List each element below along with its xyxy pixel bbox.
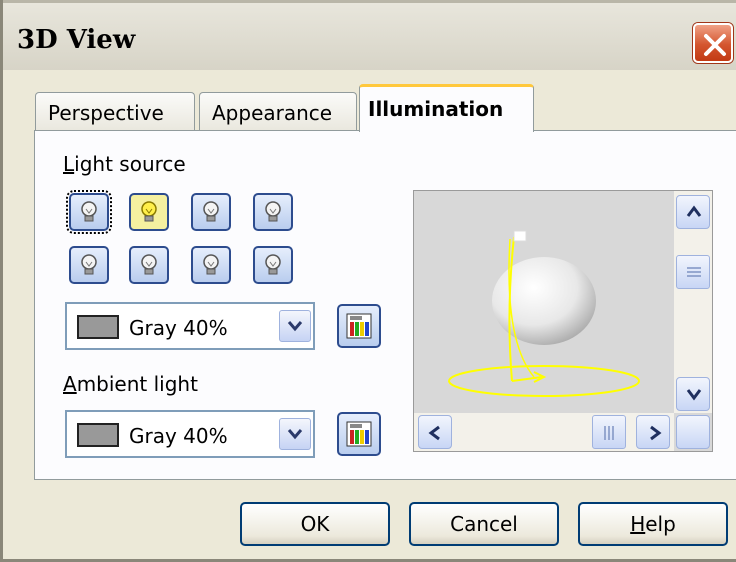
scroll-corner-button[interactable] — [676, 415, 710, 449]
tab-appearance[interactable]: Appearance — [199, 92, 357, 132]
chevron-down-icon — [686, 389, 702, 401]
dropdown-button[interactable] — [279, 310, 311, 342]
chevron-up-icon — [686, 205, 702, 217]
light-bulb-icon — [141, 254, 157, 275]
tab-label: Illumination — [368, 97, 504, 121]
tab-perspective[interactable]: Perspective — [35, 92, 195, 132]
light-source-button-1[interactable] — [66, 190, 112, 234]
tab-label: Perspective — [48, 101, 164, 125]
color-swatch — [77, 315, 119, 339]
light-bulb-icon — [81, 254, 97, 275]
dialog-window: 3D View Perspective Appearance Illuminat… — [0, 0, 736, 562]
light-source-button-2[interactable] — [129, 193, 169, 231]
scroll-up-button[interactable] — [676, 195, 710, 229]
light-bulb-icon — [203, 201, 219, 222]
title-bar[interactable]: 3D View — [3, 0, 736, 70]
horizontal-scroll-thumb[interactable] — [592, 415, 626, 449]
light-color-select[interactable]: Gray 40% — [65, 302, 315, 350]
ok-button-label: OK — [300, 512, 330, 536]
close-button[interactable] — [693, 23, 733, 63]
grip-icon — [604, 426, 614, 440]
tab-illumination[interactable]: Illumination — [359, 84, 534, 132]
help-button[interactable]: Help — [578, 502, 728, 546]
ambient-light-label: Ambient light — [63, 372, 198, 396]
chevron-down-icon — [287, 321, 303, 332]
light-source-label: Light source — [63, 152, 186, 176]
color-palette-icon — [346, 313, 372, 339]
light-bulb-icon — [265, 254, 281, 275]
chevron-left-icon — [428, 425, 440, 441]
chevron-down-icon — [287, 429, 303, 440]
close-icon — [704, 34, 726, 56]
light-source-button-7[interactable] — [191, 246, 231, 284]
help-button-label: Help — [630, 512, 676, 536]
light-bulb-icon — [81, 201, 97, 222]
horizontal-scrollbar[interactable] — [414, 413, 674, 451]
light-source-button-8[interactable] — [253, 246, 293, 284]
light-bulb-on-icon — [141, 201, 157, 222]
light-source-button-4[interactable] — [253, 193, 293, 231]
scroll-right-button[interactable] — [636, 415, 670, 449]
cancel-button[interactable]: Cancel — [409, 502, 559, 546]
scroll-down-button[interactable] — [676, 377, 710, 411]
color-swatch — [77, 423, 119, 447]
ambient-color-select[interactable]: Gray 40% — [65, 410, 315, 458]
light-bulb-icon — [203, 254, 219, 275]
tab-label: Appearance — [212, 101, 333, 125]
light-color-picker-button[interactable] — [337, 304, 381, 348]
scroll-left-button[interactable] — [418, 415, 452, 449]
vertical-scroll-thumb[interactable] — [676, 255, 710, 289]
color-palette-icon — [346, 421, 372, 447]
ambient-color-value: Gray 40% — [129, 424, 228, 448]
light-source-button-5[interactable] — [69, 246, 109, 284]
dropdown-button[interactable] — [279, 418, 311, 450]
light-preview[interactable] — [413, 190, 713, 452]
vertical-scrollbar[interactable] — [674, 191, 712, 413]
chevron-right-icon — [650, 425, 662, 441]
light-source-button-3[interactable] — [191, 193, 231, 231]
dialog-title: 3D View — [17, 25, 136, 55]
light-color-value: Gray 40% — [129, 316, 228, 340]
ambient-color-picker-button[interactable] — [337, 412, 381, 456]
light-bulb-icon — [265, 201, 281, 222]
cancel-button-label: Cancel — [450, 512, 518, 536]
light-source-button-6[interactable] — [129, 246, 169, 284]
grip-icon — [687, 267, 701, 277]
ok-button[interactable]: OK — [240, 502, 390, 546]
sphere-preview-graphic — [448, 230, 640, 397]
